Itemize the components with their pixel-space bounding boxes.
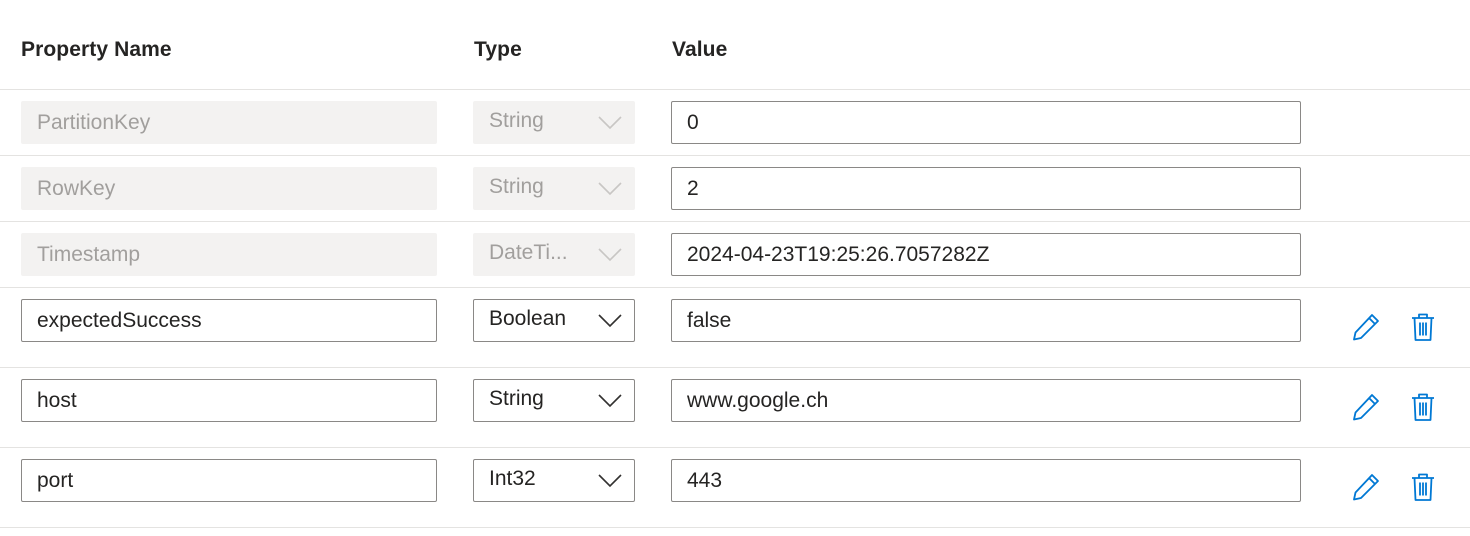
type-label: Boolean bbox=[489, 306, 567, 330]
pencil-icon bbox=[1353, 474, 1379, 501]
type-dropdown[interactable]: String bbox=[473, 379, 635, 422]
property-name-input[interactable]: expectedSuccess bbox=[21, 299, 437, 342]
type-dropdown: String bbox=[473, 101, 635, 144]
chevron-down-icon bbox=[598, 248, 622, 262]
row-divider bbox=[0, 89, 1470, 90]
edit-button[interactable] bbox=[1349, 310, 1383, 344]
chevron-down-icon bbox=[598, 314, 622, 328]
chevron-down-icon bbox=[598, 394, 622, 408]
property-value-input[interactable]: 2024-04-23T19:25:26.7057282Z bbox=[671, 233, 1301, 276]
row-divider bbox=[0, 527, 1470, 528]
property-value-input[interactable]: 0 bbox=[671, 101, 1301, 144]
pencil-icon bbox=[1353, 314, 1379, 341]
chevron-down-icon bbox=[598, 116, 622, 130]
delete-button[interactable] bbox=[1406, 390, 1440, 424]
type-label: String bbox=[489, 108, 544, 132]
delete-button[interactable] bbox=[1406, 310, 1440, 344]
pencil-icon bbox=[1353, 394, 1379, 421]
property-name-field: PartitionKey bbox=[21, 101, 437, 144]
trash-icon bbox=[1412, 393, 1434, 421]
column-header-property-name: Property Name bbox=[21, 38, 172, 61]
property-value-input[interactable]: www.google.ch bbox=[671, 379, 1301, 422]
edit-button[interactable] bbox=[1349, 470, 1383, 504]
delete-button[interactable] bbox=[1406, 470, 1440, 504]
chevron-down-icon bbox=[598, 182, 622, 196]
row-divider bbox=[0, 221, 1470, 222]
type-dropdown: String bbox=[473, 167, 635, 210]
type-dropdown[interactable]: Int32 bbox=[473, 459, 635, 502]
column-header-value: Value bbox=[672, 38, 728, 61]
type-label: Int32 bbox=[489, 466, 536, 490]
property-value-input[interactable]: 443 bbox=[671, 459, 1301, 502]
trash-icon bbox=[1412, 473, 1434, 501]
type-label: String bbox=[489, 174, 544, 198]
type-label: String bbox=[489, 386, 544, 410]
trash-icon bbox=[1412, 313, 1434, 341]
row-divider bbox=[0, 155, 1470, 156]
row-divider bbox=[0, 287, 1470, 288]
property-name-input[interactable]: host bbox=[21, 379, 437, 422]
edit-button[interactable] bbox=[1349, 390, 1383, 424]
type-dropdown: DateTi... bbox=[473, 233, 635, 276]
row-divider bbox=[0, 367, 1470, 368]
chevron-down-icon bbox=[598, 474, 622, 488]
property-name-field: RowKey bbox=[21, 167, 437, 210]
property-value-input[interactable]: false bbox=[671, 299, 1301, 342]
property-name-field: Timestamp bbox=[21, 233, 437, 276]
type-dropdown[interactable]: Boolean bbox=[473, 299, 635, 342]
type-label: DateTi... bbox=[489, 240, 568, 264]
row-divider bbox=[0, 447, 1470, 448]
property-name-input[interactable]: port bbox=[21, 459, 437, 502]
column-header-type: Type bbox=[474, 38, 522, 61]
property-value-input[interactable]: 2 bbox=[671, 167, 1301, 210]
